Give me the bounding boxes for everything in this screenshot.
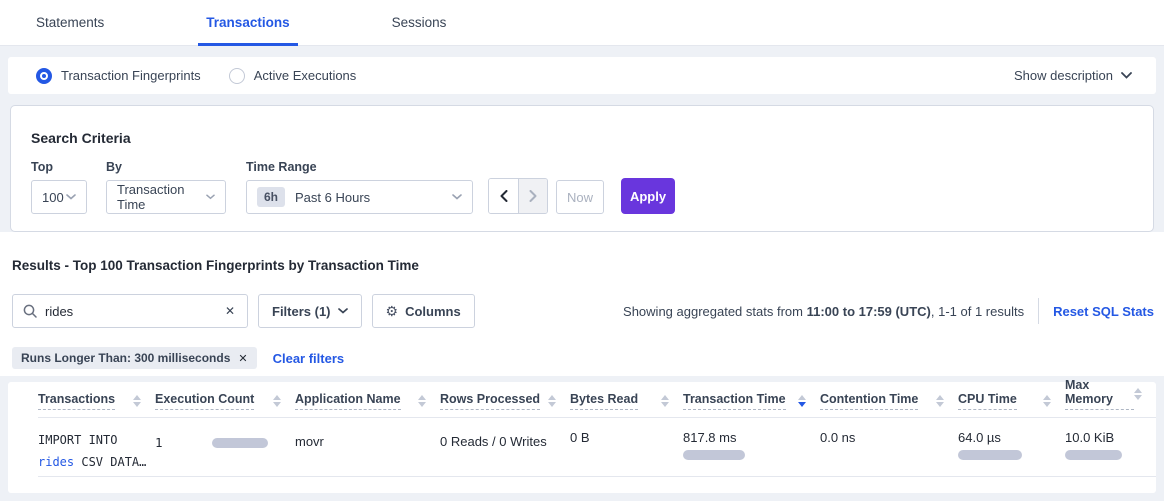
table-row: IMPORT INTO rides CSV DATA… 1 movr 0 Rea… bbox=[38, 418, 1156, 477]
remove-filter-icon[interactable]: ✕ bbox=[238, 352, 247, 365]
chevron-down-icon bbox=[452, 194, 462, 200]
chevron-down-icon bbox=[1121, 72, 1132, 79]
filter-chip-label: Runs Longer Than: 300 milliseconds bbox=[21, 351, 230, 365]
tab-sessions[interactable]: Sessions bbox=[384, 0, 455, 45]
results-heading: Results - Top 100 Transaction Fingerprin… bbox=[12, 258, 1154, 273]
filters-label: Filters (1) bbox=[272, 304, 331, 319]
chevron-down-icon bbox=[66, 194, 76, 200]
results-section: Results - Top 100 Transaction Fingerprin… bbox=[0, 232, 1164, 376]
time-range-value: Past 6 Hours bbox=[295, 190, 370, 205]
cell-application-name: movr bbox=[295, 430, 440, 449]
next-time-window-button[interactable] bbox=[518, 179, 547, 213]
search-criteria-title: Search Criteria bbox=[31, 130, 1133, 146]
sort-icon[interactable] bbox=[548, 395, 556, 407]
by-label: By bbox=[106, 160, 246, 174]
execution-count-bar bbox=[212, 438, 268, 448]
column-header-bytes-read[interactable]: Bytes Read bbox=[570, 392, 683, 410]
time-range-badge: 6h bbox=[257, 187, 285, 207]
radio-active-executions[interactable]: Active Executions bbox=[229, 68, 357, 84]
tab-statements[interactable]: Statements bbox=[28, 0, 112, 45]
show-description-label: Show description bbox=[1014, 68, 1113, 83]
transactions-table: Transactions Execution Count Application… bbox=[8, 382, 1156, 493]
radio-checked-icon bbox=[36, 68, 52, 84]
clear-filters-link[interactable]: Clear filters bbox=[273, 351, 345, 366]
tab-transactions[interactable]: Transactions bbox=[198, 0, 297, 45]
column-header-transaction-time[interactable]: Transaction Time bbox=[683, 392, 820, 410]
filters-button[interactable]: Filters (1) bbox=[258, 294, 362, 328]
sort-icon[interactable] bbox=[1134, 388, 1142, 400]
column-header-execution-count[interactable]: Execution Count bbox=[155, 392, 295, 410]
aggregated-stats-text: Showing aggregated stats from 11:00 to 1… bbox=[623, 298, 1154, 324]
radio-unchecked-icon bbox=[229, 68, 245, 84]
time-range-label: Time Range bbox=[246, 160, 488, 174]
time-window-arrows bbox=[488, 178, 548, 214]
show-description-toggle[interactable]: Show description bbox=[1014, 68, 1132, 83]
by-select-value: Transaction Time bbox=[117, 182, 206, 212]
cell-contention-time: 0.0 ns bbox=[820, 430, 958, 445]
search-input[interactable] bbox=[45, 304, 223, 319]
radio-label: Transaction Fingerprints bbox=[61, 68, 201, 83]
top-select[interactable]: 100 bbox=[31, 180, 87, 214]
cpu-time-bar bbox=[958, 450, 1022, 460]
filter-chip-runs-longer-than: Runs Longer Than: 300 milliseconds ✕ bbox=[12, 347, 257, 369]
search-match-highlight: rides bbox=[38, 455, 74, 469]
now-button[interactable]: Now bbox=[556, 180, 604, 214]
cell-cpu-time: 64.0 µs bbox=[958, 430, 1065, 460]
cell-rows-processed: 0 Reads / 0 Writes bbox=[440, 430, 570, 449]
chevron-down-icon bbox=[338, 308, 348, 314]
clear-search-icon[interactable]: ✕ bbox=[223, 304, 237, 318]
gear-icon: ⚙ bbox=[386, 303, 399, 320]
divider bbox=[1038, 298, 1039, 324]
cell-bytes-read: 0 B bbox=[570, 430, 683, 445]
view-mode-band: Transaction Fingerprints Active Executio… bbox=[8, 57, 1156, 94]
chevron-left-icon bbox=[500, 190, 508, 202]
previous-time-window-button[interactable] bbox=[489, 179, 518, 213]
column-header-application-name[interactable]: Application Name bbox=[295, 392, 440, 410]
column-header-contention-time[interactable]: Contention Time bbox=[820, 392, 958, 410]
chevron-right-icon bbox=[529, 190, 537, 202]
search-icon bbox=[23, 304, 37, 318]
radio-transaction-fingerprints[interactable]: Transaction Fingerprints bbox=[36, 68, 201, 84]
cell-transaction-time: 817.8 ms bbox=[683, 430, 820, 460]
transaction-time-bar bbox=[683, 450, 745, 460]
stats-time-range: 11:00 to 17:59 (UTC) bbox=[807, 304, 931, 319]
reset-sql-stats-link[interactable]: Reset SQL Stats bbox=[1053, 304, 1154, 319]
top-label: Top bbox=[31, 160, 106, 174]
sort-icon[interactable] bbox=[418, 395, 426, 407]
cell-execution-count: 1 bbox=[155, 430, 295, 450]
sort-icon[interactable] bbox=[1043, 395, 1051, 407]
table-header-row: Transactions Execution Count Application… bbox=[38, 388, 1156, 418]
column-header-rows-processed[interactable]: Rows Processed bbox=[440, 392, 570, 410]
column-header-transactions[interactable]: Transactions bbox=[38, 392, 155, 410]
chevron-down-icon bbox=[206, 194, 215, 200]
columns-label: Columns bbox=[405, 304, 461, 319]
sort-icon[interactable] bbox=[936, 395, 944, 407]
radio-label: Active Executions bbox=[254, 68, 357, 83]
max-memory-bar bbox=[1065, 450, 1122, 460]
transaction-fingerprint-link[interactable]: IMPORT INTO rides CSV DATA… bbox=[38, 430, 155, 473]
sort-icon[interactable] bbox=[273, 395, 281, 407]
columns-button[interactable]: ⚙ Columns bbox=[372, 294, 475, 328]
by-select[interactable]: Transaction Time bbox=[106, 180, 226, 214]
sort-icon-active-desc[interactable] bbox=[798, 395, 806, 407]
search-criteria-panel: Search Criteria Top 100 By Transaction T… bbox=[10, 105, 1154, 232]
top-select-value: 100 bbox=[42, 190, 64, 205]
apply-button[interactable]: Apply bbox=[621, 178, 675, 214]
results-search-box: ✕ bbox=[12, 294, 248, 328]
column-header-max-memory[interactable]: Max Memory bbox=[1065, 378, 1156, 410]
column-header-cpu-time[interactable]: CPU Time bbox=[958, 392, 1065, 410]
sql-activity-tab-bar: Statements Transactions Sessions bbox=[0, 0, 1164, 46]
time-range-select[interactable]: 6h Past 6 Hours bbox=[246, 180, 473, 214]
sort-icon[interactable] bbox=[133, 395, 141, 407]
sort-icon[interactable] bbox=[661, 395, 669, 407]
cell-max-memory: 10.0 KiB bbox=[1065, 430, 1156, 460]
